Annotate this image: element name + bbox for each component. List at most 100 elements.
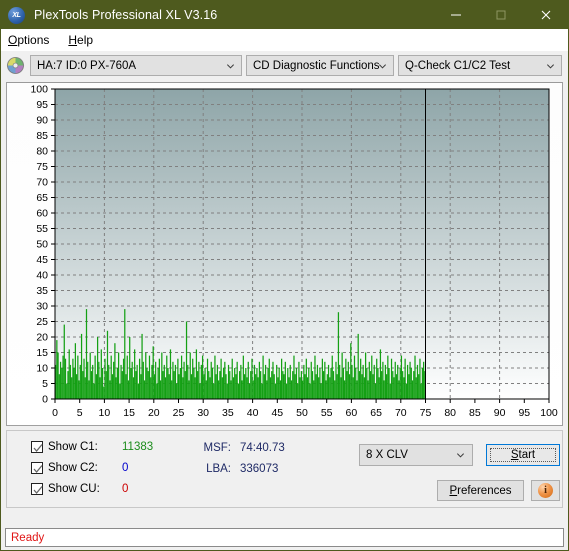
svg-text:100: 100 bbox=[30, 84, 48, 96]
disc-icon bbox=[6, 56, 25, 75]
svg-text:70: 70 bbox=[36, 177, 48, 189]
info-glyph: i bbox=[544, 484, 547, 496]
svg-text:40: 40 bbox=[247, 407, 259, 419]
svg-text:10: 10 bbox=[36, 363, 48, 375]
svg-text:95: 95 bbox=[36, 99, 48, 111]
menu-bar: Options Help bbox=[1, 29, 568, 51]
start-accel: S bbox=[510, 449, 519, 461]
msf-value: 74:40.73 bbox=[240, 442, 285, 454]
function-select-value: CD Diagnostic Functions bbox=[253, 59, 380, 72]
test-select[interactable]: Q-Check C1/C2 Test bbox=[398, 55, 562, 76]
svg-text:75: 75 bbox=[36, 161, 48, 173]
speed-select[interactable]: 8 X CLV bbox=[359, 444, 473, 466]
svg-text:65: 65 bbox=[370, 407, 382, 419]
show-c1-row[interactable]: Show C1: 11383 bbox=[31, 441, 153, 453]
c1-count-value: 11383 bbox=[122, 441, 154, 453]
svg-text:15: 15 bbox=[36, 347, 48, 359]
lba-label: LBA: bbox=[206, 463, 231, 475]
menu-accel-options: O bbox=[8, 33, 18, 47]
svg-text:0: 0 bbox=[42, 394, 48, 406]
window-title: PlexTools Professional XL V3.16 bbox=[34, 8, 218, 22]
menu-accel-help: H bbox=[68, 33, 78, 47]
svg-text:80: 80 bbox=[36, 146, 48, 158]
svg-text:15: 15 bbox=[123, 407, 135, 419]
svg-text:10: 10 bbox=[99, 407, 111, 419]
show-c2-row[interactable]: Show C2: 0 bbox=[31, 462, 128, 474]
application-window: XL PlexTools Professional XL V3.16 Optio… bbox=[0, 0, 569, 551]
svg-text:85: 85 bbox=[469, 407, 481, 419]
close-icon[interactable] bbox=[523, 1, 568, 29]
checkmark-icon bbox=[33, 486, 43, 495]
svg-text:55: 55 bbox=[36, 223, 48, 235]
preferences-button[interactable]: Preferences bbox=[437, 480, 524, 501]
chevron-down-icon bbox=[378, 63, 387, 69]
svg-text:30: 30 bbox=[197, 407, 209, 419]
menu-rest-help: elp bbox=[77, 33, 94, 47]
svg-text:80: 80 bbox=[444, 407, 456, 419]
maximize-icon[interactable] bbox=[478, 1, 523, 29]
chart-panel: 0 5 10 15 20 25 30 35 40 45 50 55 60 65 70 75 80 85 90 95 10… bbox=[6, 82, 563, 426]
svg-text:65: 65 bbox=[36, 192, 48, 204]
svg-text:100: 100 bbox=[540, 407, 558, 419]
svg-text:25: 25 bbox=[36, 316, 48, 328]
svg-text:50: 50 bbox=[36, 239, 48, 251]
msf-label: MSF: bbox=[203, 442, 231, 454]
chevron-down-icon bbox=[226, 63, 235, 69]
show-c1-label: Show C1: bbox=[48, 441, 98, 453]
chevron-down-icon bbox=[546, 63, 555, 69]
minimize-icon[interactable] bbox=[433, 1, 478, 29]
toolbar: HA:7 ID:0 PX-760A CD Diagnostic Function… bbox=[1, 51, 568, 80]
svg-text:75: 75 bbox=[420, 407, 432, 419]
svg-text:95: 95 bbox=[518, 407, 530, 419]
c1-c2-error-chart: 0510152025303540455055606570758085909510… bbox=[30, 84, 558, 419]
lba-value: 336073 bbox=[240, 463, 279, 475]
svg-text:50: 50 bbox=[296, 407, 308, 419]
controls-panel: Show C1: 11383 Show C2: 0 Show CU: 0 MSF… bbox=[6, 430, 563, 508]
svg-text:70: 70 bbox=[395, 407, 407, 419]
lba-row: LBA: 336073 bbox=[197, 463, 278, 475]
show-c2-label: Show C2: bbox=[48, 462, 98, 474]
svg-text:5: 5 bbox=[42, 378, 48, 390]
info-button[interactable]: i bbox=[531, 480, 560, 501]
svg-text:30: 30 bbox=[36, 301, 48, 313]
svg-text:5: 5 bbox=[77, 407, 83, 419]
svg-text:45: 45 bbox=[271, 407, 283, 419]
svg-text:90: 90 bbox=[494, 407, 506, 419]
show-c2-checkbox[interactable] bbox=[31, 462, 43, 474]
preferences-rest: references bbox=[457, 484, 512, 497]
menu-item-options[interactable]: Options bbox=[8, 33, 49, 47]
show-c1-checkbox[interactable] bbox=[31, 441, 43, 453]
svg-text:40: 40 bbox=[36, 270, 48, 282]
status-bar: Ready bbox=[5, 528, 564, 547]
svg-text:20: 20 bbox=[36, 332, 48, 344]
menu-rest-options: ptions bbox=[17, 33, 50, 47]
show-cu-row[interactable]: Show CU: 0 bbox=[31, 483, 128, 495]
drive-select[interactable]: HA:7 ID:0 PX-760A bbox=[30, 55, 242, 76]
show-cu-checkbox[interactable] bbox=[31, 483, 43, 495]
start-button[interactable]: Start bbox=[486, 444, 560, 466]
svg-text:35: 35 bbox=[222, 407, 234, 419]
svg-text:85: 85 bbox=[36, 130, 48, 142]
speed-select-value: 8 X CLV bbox=[366, 449, 408, 461]
cu-count-value: 0 bbox=[122, 483, 129, 495]
svg-text:0: 0 bbox=[52, 407, 58, 419]
svg-text:60: 60 bbox=[36, 208, 48, 220]
svg-text:90: 90 bbox=[36, 115, 48, 127]
svg-text:55: 55 bbox=[321, 407, 333, 419]
svg-text:60: 60 bbox=[346, 407, 358, 419]
c2-count-value: 0 bbox=[122, 462, 129, 474]
title-bar: XL PlexTools Professional XL V3.16 bbox=[1, 1, 568, 29]
app-logo-icon: XL bbox=[8, 6, 25, 24]
checkmark-icon bbox=[33, 465, 43, 474]
status-text: Ready bbox=[11, 531, 45, 544]
menu-item-help[interactable]: Help bbox=[68, 33, 93, 47]
info-icon: i bbox=[538, 483, 553, 498]
preferences-accel: P bbox=[449, 484, 458, 497]
show-cu-label: Show CU: bbox=[48, 483, 100, 495]
drive-select-value: HA:7 ID:0 PX-760A bbox=[37, 59, 137, 72]
svg-text:35: 35 bbox=[36, 285, 48, 297]
checkmark-icon bbox=[33, 444, 43, 453]
function-select[interactable]: CD Diagnostic Functions bbox=[246, 55, 394, 76]
app-logo-text: XL bbox=[12, 11, 21, 19]
window-controls bbox=[433, 1, 568, 29]
